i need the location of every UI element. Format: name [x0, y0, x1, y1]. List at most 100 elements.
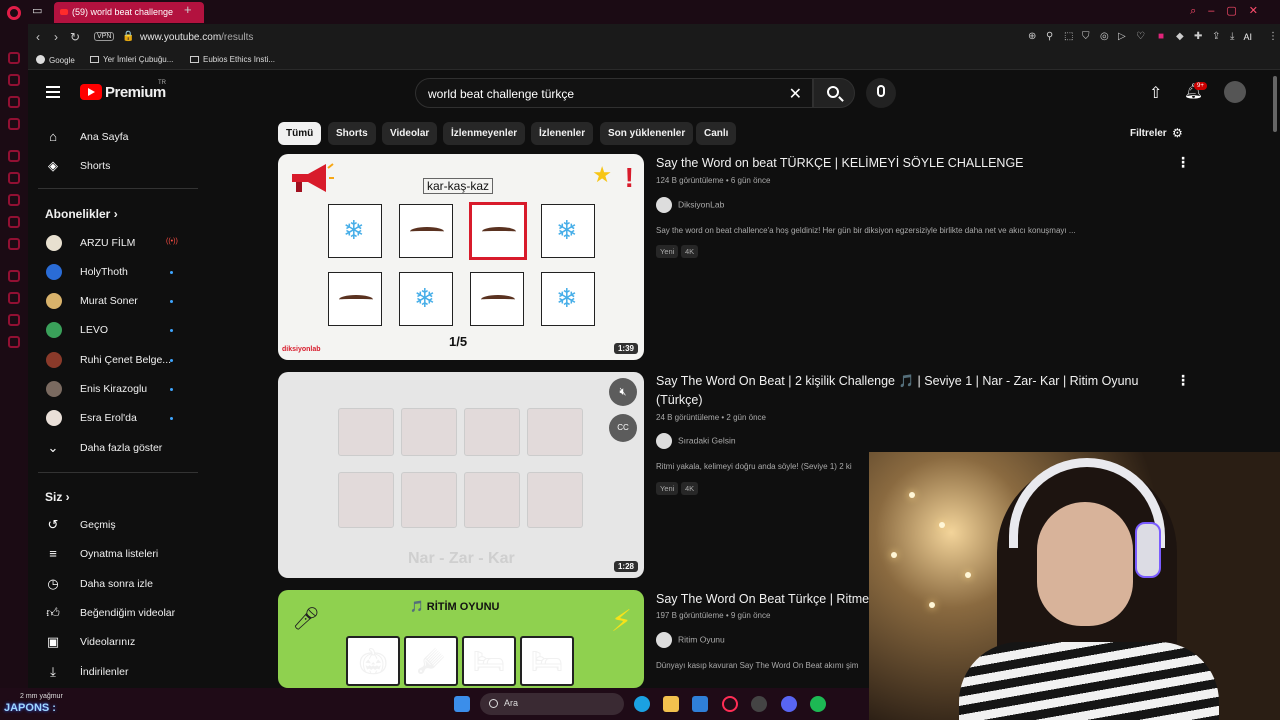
sidebar-app-icon[interactable] — [8, 172, 20, 184]
opera-logo-icon[interactable] — [7, 6, 21, 20]
chip-live[interactable]: Canlı — [696, 122, 737, 145]
extension-icon[interactable]: ■ — [1158, 31, 1164, 42]
filters-button[interactable]: Filtreler — [1130, 128, 1167, 139]
result-channel[interactable]: Sıradaki Gelsin — [656, 433, 736, 449]
spotify-icon[interactable] — [810, 696, 826, 712]
reload-icon[interactable]: ↻ — [70, 30, 80, 44]
more-actions-icon[interactable]: ⋮ — [1176, 372, 1190, 389]
sidebar-app-icon[interactable] — [8, 270, 20, 282]
shield-icon[interactable]: ⛉ — [1082, 31, 1090, 42]
tab-menu-icon[interactable]: ▭ — [32, 4, 42, 17]
ai-button[interactable]: AI — [1243, 32, 1252, 42]
mute-icon[interactable]: 🔇︎ — [609, 378, 637, 406]
tab-active[interactable]: (59) world beat challenge — [54, 2, 204, 23]
extension-icon[interactable]: ◆ — [1176, 31, 1184, 42]
result-title[interactable]: Say the Word on beat TÜRKÇE | KELİMEYİ S… — [656, 154, 1166, 173]
result-thumbnail[interactable]: Nar - Zar - Kar 🔇︎ CC 1:28 — [278, 372, 644, 578]
nav-history[interactable]: ↺ Geçmiş — [28, 511, 198, 539]
forward-icon[interactable]: › — [54, 30, 58, 44]
scrollbar[interactable] — [1273, 76, 1277, 132]
sub-item[interactable]: Esra Erol'da — [28, 404, 198, 432]
youtube-logo-icon[interactable] — [80, 84, 102, 100]
sidebar-app-icon[interactable] — [8, 216, 20, 228]
sidebar-app-icon[interactable] — [8, 96, 20, 108]
lock-icon[interactable]: 🔒 — [122, 31, 134, 42]
you-heading[interactable]: Siz › — [45, 490, 70, 504]
screenshot-icon[interactable]: ⬚ — [1064, 31, 1073, 42]
weather-widget[interactable]: 2 mm yağmur — [20, 693, 63, 700]
new-tab-button[interactable]: + — [184, 2, 192, 17]
bookmark-google[interactable]: Google — [36, 55, 75, 65]
sub-item[interactable]: ARZU FİLM ((•)) — [28, 229, 198, 257]
menu-icon[interactable]: ⋮ — [1268, 31, 1278, 42]
guide-menu-icon[interactable] — [46, 86, 60, 98]
back-icon[interactable]: ‹ — [36, 30, 40, 44]
download-icon[interactable]: ⤓ — [1230, 31, 1234, 42]
more-actions-icon[interactable]: ⋮ — [1176, 154, 1190, 171]
youtube-brand[interactable]: Premium — [105, 84, 166, 101]
show-more-button[interactable]: ⌄ Daha fazla göster — [28, 434, 198, 462]
nav-playlists[interactable]: ≡ Oynatma listeleri — [28, 540, 198, 568]
sidebar-app-icon[interactable] — [8, 194, 20, 206]
nav-downloads[interactable]: ⤓ İndirilenler — [28, 658, 198, 686]
voice-search-button[interactable] — [866, 78, 896, 108]
bookmark-eubios[interactable]: Eubios Ethics Insti... — [190, 55, 275, 64]
result-channel[interactable]: DiksiyonLab — [656, 197, 724, 213]
taskbar-search[interactable]: Ara — [480, 693, 624, 715]
window-controls[interactable]: ⌕‒▢✕ — [1190, 4, 1270, 18]
edge-icon[interactable] — [634, 696, 650, 712]
sidebar-app-icon[interactable] — [8, 74, 20, 86]
zoom-icon[interactable]: ⊕ — [1028, 31, 1036, 42]
vpn-badge[interactable]: VPN — [94, 32, 115, 41]
clear-search-icon[interactable]: ✕ — [789, 84, 802, 104]
file-explorer-icon[interactable] — [663, 696, 679, 712]
nav-liked[interactable]: 👍︎ Beğendiğim videolar — [28, 599, 198, 627]
sub-item[interactable]: LEVO — [28, 316, 198, 344]
sidebar-app-icon[interactable] — [8, 336, 20, 348]
nav-home[interactable]: ⌂ Ana Sayfa — [28, 123, 198, 151]
sidebar-app-icon[interactable] — [8, 118, 20, 130]
app-icon[interactable] — [751, 696, 767, 712]
sub-item[interactable]: Ruhi Çenet Belge... — [28, 346, 198, 374]
sidebar-app-icon[interactable] — [8, 292, 20, 304]
nav-watch-later[interactable]: ◷ Daha sonra izle — [28, 570, 198, 598]
camera-icon[interactable]: ◎ — [1100, 31, 1109, 42]
opera-gx-icon[interactable] — [722, 696, 738, 712]
create-upload-icon[interactable]: ⇧ — [1149, 83, 1162, 103]
result-title[interactable]: Say The Word On Beat Türkçe | Ritme — [656, 590, 872, 609]
heart-icon[interactable]: ♡ — [1136, 31, 1145, 42]
play-icon[interactable]: ▷ — [1118, 31, 1126, 42]
chip-recent[interactable]: Son yüklenenler — [600, 122, 694, 145]
account-avatar[interactable] — [1224, 81, 1246, 103]
sidebar-app-icon[interactable] — [8, 52, 20, 64]
bookmark-folder[interactable]: Yer İmleri Çubuğu... — [90, 55, 173, 64]
pin-icon[interactable]: ⚲ — [1046, 31, 1053, 42]
chip-all[interactable]: Tümü — [278, 122, 322, 145]
share-icon[interactable]: ⇪ — [1212, 31, 1220, 42]
nav-shorts[interactable]: ◈ Shorts — [28, 152, 198, 180]
chip-watched[interactable]: İzlenenler — [531, 122, 594, 145]
url-field[interactable]: www.youtube.com/results — [140, 32, 253, 43]
mail-icon[interactable] — [692, 696, 708, 712]
sidebar-app-icon[interactable] — [8, 150, 20, 162]
result-thumbnail[interactable]: 🎤︎ 🎵 RİTİM OYUNU 🎃︎ 🪮︎ 🛏︎ 🛏︎ ⚡ — [278, 590, 644, 688]
result-title[interactable]: Say The Word On Beat | 2 kişilik Challen… — [656, 372, 1156, 410]
result-channel[interactable]: Ritim Oyunu — [656, 632, 725, 648]
chip-shorts[interactable]: Shorts — [328, 122, 376, 145]
discord-icon[interactable] — [781, 696, 797, 712]
subscriptions-heading[interactable]: Abonelikler › — [45, 207, 118, 221]
captions-button[interactable]: CC — [609, 414, 637, 442]
search-button[interactable] — [813, 78, 855, 108]
sidebar-app-icon[interactable] — [8, 238, 20, 250]
sub-item[interactable]: Murat Soner — [28, 287, 198, 315]
search-input[interactable]: world beat challenge türkçe ✕ — [415, 78, 813, 108]
chip-videos[interactable]: Videolar — [382, 122, 438, 145]
result-thumbnail[interactable]: ★ ! kar-kaş-kaz ❄ ❄ ❄ ❄ 1/5 diksiyonlab … — [278, 154, 644, 360]
sidebar-app-icon[interactable] — [8, 314, 20, 326]
filter-sliders-icon[interactable]: ⚙ — [1172, 126, 1183, 140]
sub-item[interactable]: Enis Kirazoglu — [28, 375, 198, 403]
nav-your-videos[interactable]: ▣ Videolarınız — [28, 628, 198, 656]
chip-unwatched[interactable]: İzlenmeyenler — [443, 122, 526, 145]
sub-item[interactable]: HolyThoth — [28, 258, 198, 286]
windows-start-icon[interactable] — [454, 696, 470, 712]
